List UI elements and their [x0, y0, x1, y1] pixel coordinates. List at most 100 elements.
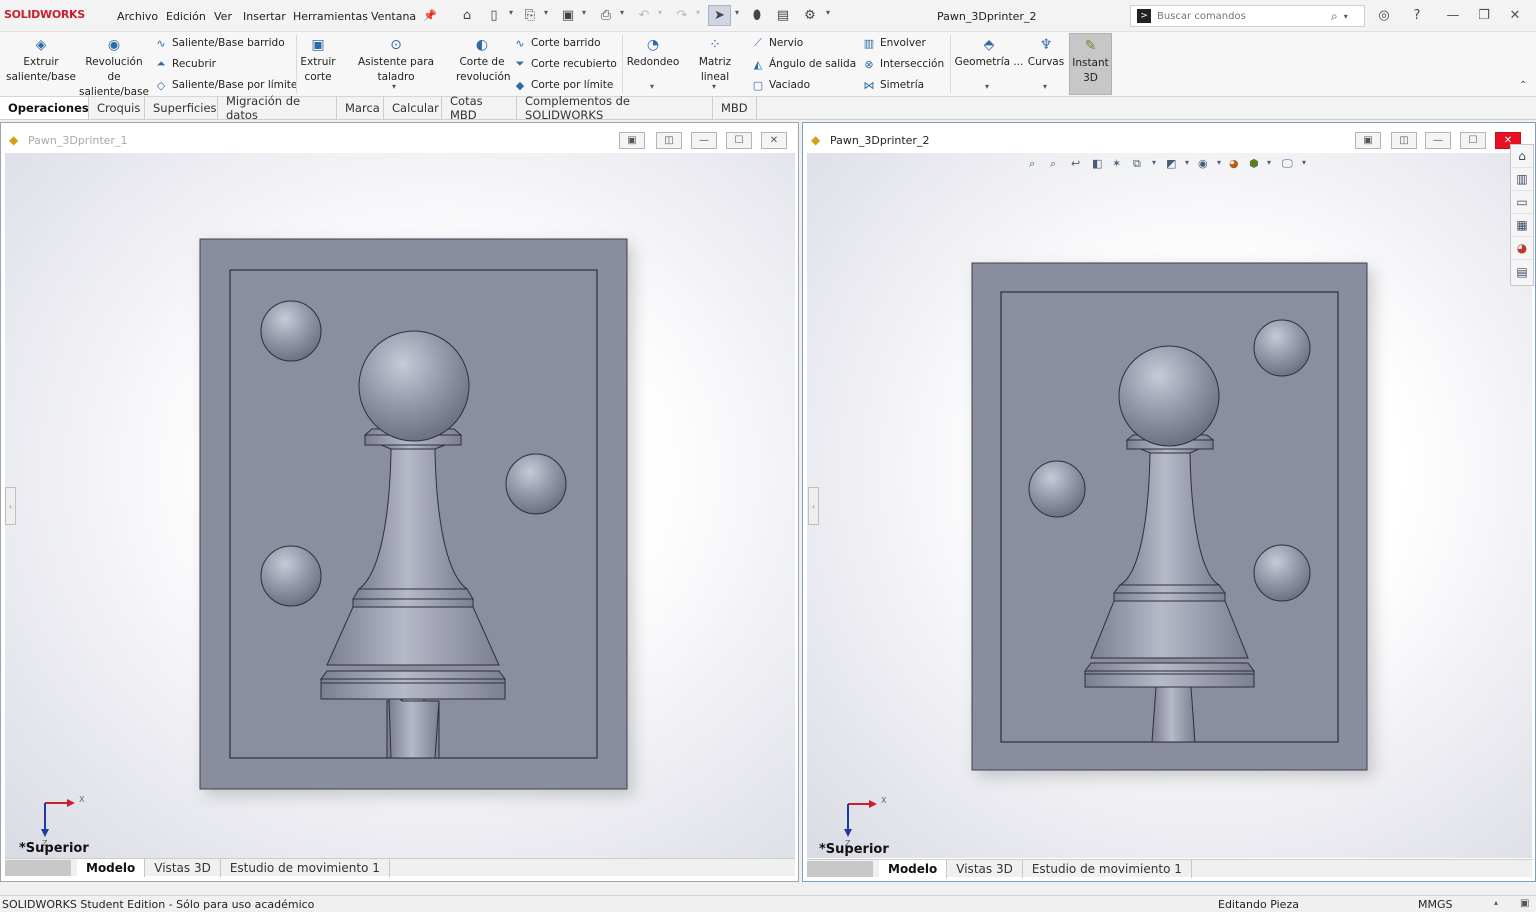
units-dropdown-icon[interactable]: ▴	[1494, 898, 1498, 907]
zoom-to-area-icon[interactable]: ⌕	[1050, 157, 1056, 171]
minimize-icon[interactable]: —	[1425, 132, 1451, 149]
display-style-icon[interactable]: ◩	[1166, 157, 1176, 170]
tab-complementos[interactable]: Complementos de SOLIDWORKS	[517, 94, 713, 122]
geometry-dropdown-icon[interactable]: ▾	[985, 82, 989, 91]
menu-herramientas[interactable]: Herramientas	[293, 10, 368, 23]
tile-vertical-icon[interactable]: ◫	[1391, 132, 1417, 149]
custom-properties-icon[interactable]: ▤	[1511, 260, 1533, 283]
edit-appearance-icon[interactable]: ◕	[1229, 157, 1239, 170]
maximize-icon[interactable]: ☐	[726, 132, 752, 149]
new-icon[interactable]: ▯	[485, 6, 503, 24]
menu-ver[interactable]: Ver	[214, 10, 232, 23]
fillet-dropdown-icon[interactable]: ▾	[650, 82, 654, 91]
apply-scene-dropdown-icon[interactable]: ▾	[1267, 158, 1271, 167]
menu-insertar[interactable]: Insertar	[243, 10, 286, 23]
tab-modelo[interactable]: Modelo	[879, 859, 948, 878]
mold-model-2[interactable]: X Z	[807, 153, 1532, 858]
search-icon[interactable]: ⌕	[1331, 9, 1338, 24]
search-box[interactable]: > ⌕ ▾	[1130, 5, 1365, 27]
instant3d-button[interactable]: ✎ Instant 3D	[1069, 33, 1112, 95]
mold-model-1[interactable]: X Z	[5, 153, 795, 858]
hole-wizard-button[interactable]: ⊙ Asistente para taladro	[340, 34, 452, 85]
new-dropdown-icon[interactable]: ▾	[509, 8, 513, 17]
search-input[interactable]	[1157, 10, 1327, 22]
tab-superficies[interactable]: Superficies	[145, 97, 218, 119]
rib-button[interactable]: ⟋ Nervio	[751, 36, 803, 50]
tile-horizontal-icon[interactable]: ▣	[1355, 132, 1381, 149]
tab-estudio-movimiento[interactable]: Estudio de movimiento 1	[1023, 859, 1192, 878]
reference-geometry-button[interactable]: ⬘ Geometría ...	[953, 34, 1025, 70]
fillet-button[interactable]: ◔ Redondeo	[626, 34, 680, 70]
graphics-area-1[interactable]: X Z *Superior	[5, 153, 795, 858]
linear-pattern-dropdown-icon[interactable]: ▾	[712, 82, 716, 91]
search-dropdown-icon[interactable]: ▾	[1344, 12, 1348, 21]
file-explorer-icon[interactable]: ▭	[1511, 191, 1533, 214]
draft-button[interactable]: ◭ Ángulo de salida	[751, 57, 856, 71]
print-icon[interactable]: ⎙	[597, 6, 615, 24]
tab-calcular[interactable]: Calcular	[384, 97, 442, 119]
tab-vistas-3d[interactable]: Vistas 3D	[145, 858, 221, 877]
view-settings-icon[interactable]: 🖵	[1282, 157, 1293, 171]
menu-edicion[interactable]: Edición	[166, 10, 206, 23]
document-window-1[interactable]: ◆ Pawn_3Dprinter_1 ▣ ◫ — ☐ ✕ X Z *Superi…	[0, 122, 799, 882]
curves-button[interactable]: ♆ Curvas	[1026, 34, 1066, 70]
hide-show-items-icon[interactable]: ◉	[1198, 157, 1208, 170]
zoom-to-fit-icon[interactable]: ⌕	[1029, 157, 1035, 171]
tab-scroll-buttons[interactable]	[807, 860, 873, 877]
graphics-area-2[interactable]: X Z *Superior	[807, 153, 1532, 858]
account-icon[interactable]: ◎	[1375, 6, 1393, 24]
notification-icon[interactable]: ▣	[1520, 898, 1529, 909]
tab-croquis[interactable]: Croquis	[89, 97, 145, 119]
appearances-icon[interactable]: ◕	[1511, 237, 1533, 260]
minimize-app-icon[interactable]: —	[1444, 6, 1462, 24]
view-palette-icon[interactable]: ▦	[1511, 214, 1533, 237]
select-dropdown-icon[interactable]: ▾	[735, 8, 739, 17]
tab-scroll-buttons[interactable]	[5, 859, 71, 876]
hide-show-dropdown-icon[interactable]: ▾	[1217, 158, 1221, 167]
options-icon[interactable]: ⚙	[801, 6, 819, 24]
open-dropdown-icon[interactable]: ▾	[544, 8, 548, 17]
view-orientation-dropdown-icon[interactable]: ▾	[1152, 158, 1156, 167]
tile-horizontal-icon[interactable]: ▣	[619, 132, 645, 149]
pin-icon[interactable]: 📌	[421, 6, 439, 24]
dynamic-annotation-icon[interactable]: ✶	[1112, 157, 1121, 170]
solidworks-logo[interactable]: SOLIDWORKS	[4, 8, 85, 21]
solidworks-resources-icon[interactable]: ⌂	[1511, 145, 1533, 168]
undo-dropdown-icon[interactable]: ▾	[658, 8, 662, 17]
tab-migracion-datos[interactable]: Migración de datos	[218, 94, 337, 122]
boundary-boss-button[interactable]: ◇ Saliente/Base por límite	[154, 78, 298, 92]
print-dropdown-icon[interactable]: ▾	[620, 8, 624, 17]
close-app-icon[interactable]: ✕	[1506, 6, 1524, 24]
save-icon[interactable]: ▣	[559, 6, 577, 24]
home-icon[interactable]: ⌂	[458, 6, 476, 24]
swept-boss-button[interactable]: ∿ Saliente/Base barrido	[154, 36, 284, 50]
display-style-dropdown-icon[interactable]: ▾	[1185, 158, 1189, 167]
view-orientation-icon[interactable]: ⧉	[1133, 157, 1141, 171]
menu-archivo[interactable]: Archivo	[117, 10, 158, 23]
lofted-cut-button[interactable]: ⏷ Corte recubierto	[513, 57, 617, 71]
undo-icon[interactable]: ↶	[635, 6, 653, 24]
select-icon[interactable]: ➤	[708, 5, 731, 26]
linear-pattern-button[interactable]: ⁘ Matriz lineal	[684, 34, 746, 85]
maximize-icon[interactable]: ☐	[1460, 132, 1486, 149]
help-icon[interactable]: ?	[1408, 6, 1426, 24]
tab-modelo[interactable]: Modelo	[77, 858, 146, 877]
apply-scene-icon[interactable]: ⬢	[1249, 157, 1259, 170]
previous-view-icon[interactable]: ↩	[1071, 157, 1080, 170]
expand-panel-handle[interactable]: ‹	[808, 487, 819, 525]
tab-cotas-mbd[interactable]: Cotas MBD	[442, 94, 517, 122]
revolve-boss-button[interactable]: ◉ Revolución de saliente/base	[78, 34, 150, 100]
open-icon[interactable]: ⎘	[521, 6, 539, 24]
view-settings-dropdown-icon[interactable]: ▾	[1302, 158, 1306, 167]
save-dropdown-icon[interactable]: ▾	[582, 8, 586, 17]
file-properties-icon[interactable]: ▤	[774, 6, 792, 24]
options-dropdown-icon[interactable]: ▾	[826, 8, 830, 17]
extrude-cut-button[interactable]: ▣ Extruir corte	[299, 34, 337, 85]
boundary-cut-button[interactable]: ◆ Corte por límite	[513, 78, 614, 92]
tab-estudio-movimiento[interactable]: Estudio de movimiento 1	[221, 858, 390, 877]
tab-vistas-3d[interactable]: Vistas 3D	[947, 859, 1023, 878]
tab-operaciones[interactable]: Operaciones	[0, 97, 89, 119]
design-library-icon[interactable]: ▥	[1511, 168, 1533, 191]
collapse-ribbon-icon[interactable]: ⌃	[1519, 80, 1527, 91]
restore-app-icon[interactable]: ❐	[1475, 6, 1493, 24]
